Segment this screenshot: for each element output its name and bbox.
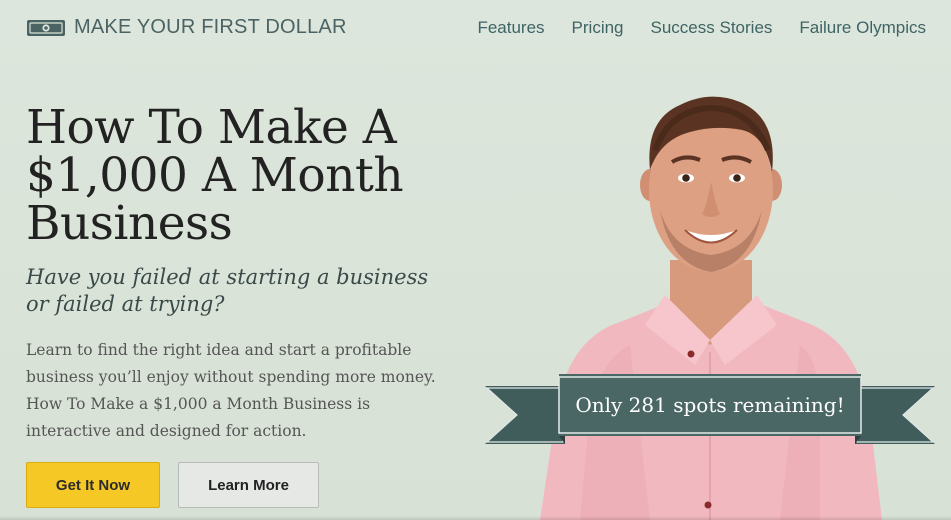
hero-person-image [540, 96, 882, 520]
money-bill-icon [27, 19, 65, 36]
bottom-divider [0, 516, 951, 520]
get-it-now-button[interactable]: Get It Now [26, 462, 160, 508]
site-logo[interactable]: MAKE YOUR FIRST DOLLAR [26, 16, 347, 39]
nav-features[interactable]: Features [477, 18, 544, 38]
headline-line-1: How To Make A [26, 100, 397, 155]
learn-more-button[interactable]: Learn More [178, 462, 319, 508]
nav-pricing[interactable]: Pricing [572, 18, 624, 38]
nav-success-stories[interactable]: Success Stories [651, 18, 773, 38]
logo-text: MAKE YOUR FIRST DOLLAR [74, 16, 347, 38]
nav-failure-olympics[interactable]: Failure Olympics [799, 18, 926, 38]
hero-description: Learn to find the right idea and start a… [26, 341, 436, 440]
headline-line-2: $1,000 A Month [26, 148, 404, 203]
hero-headline: How To Make A $1,000 A Month Business [26, 104, 466, 248]
headline-line-3: Business [26, 196, 233, 251]
spots-remaining-text: Only 281 spots remaining! [575, 393, 845, 417]
hero-subhead: Have you failed at starting a business o… [26, 265, 429, 316]
landing-page: MAKE YOUR FIRST DOLLAR Features Pricing … [0, 0, 951, 520]
main-nav: Features Pricing Success Stories Failure… [477, 18, 926, 38]
